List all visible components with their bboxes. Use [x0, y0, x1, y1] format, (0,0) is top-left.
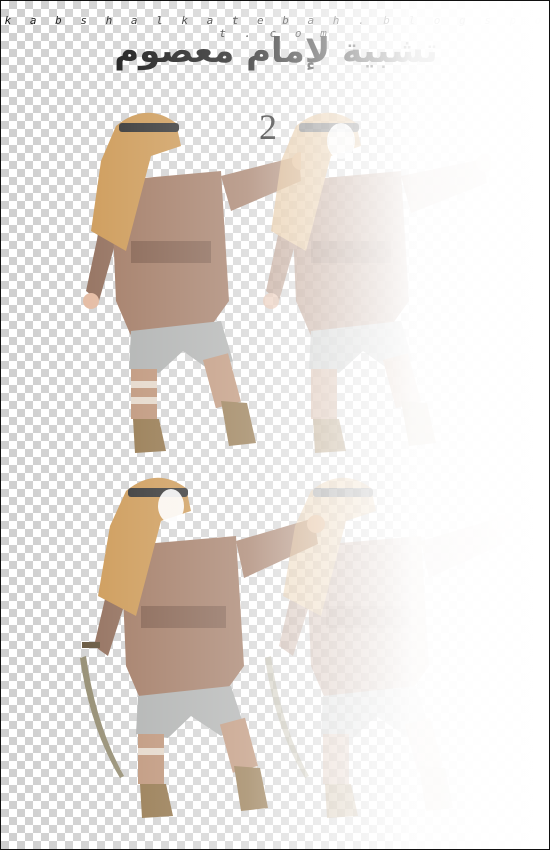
- image-canvas: k a b s h a l k a t e b a h . b l o g s …: [0, 0, 550, 850]
- page-title: تشبية لإمام معصوم: [114, 31, 438, 71]
- boy-costume-top-right: [263, 112, 491, 453]
- boy-costume-bottom-right: [265, 477, 510, 818]
